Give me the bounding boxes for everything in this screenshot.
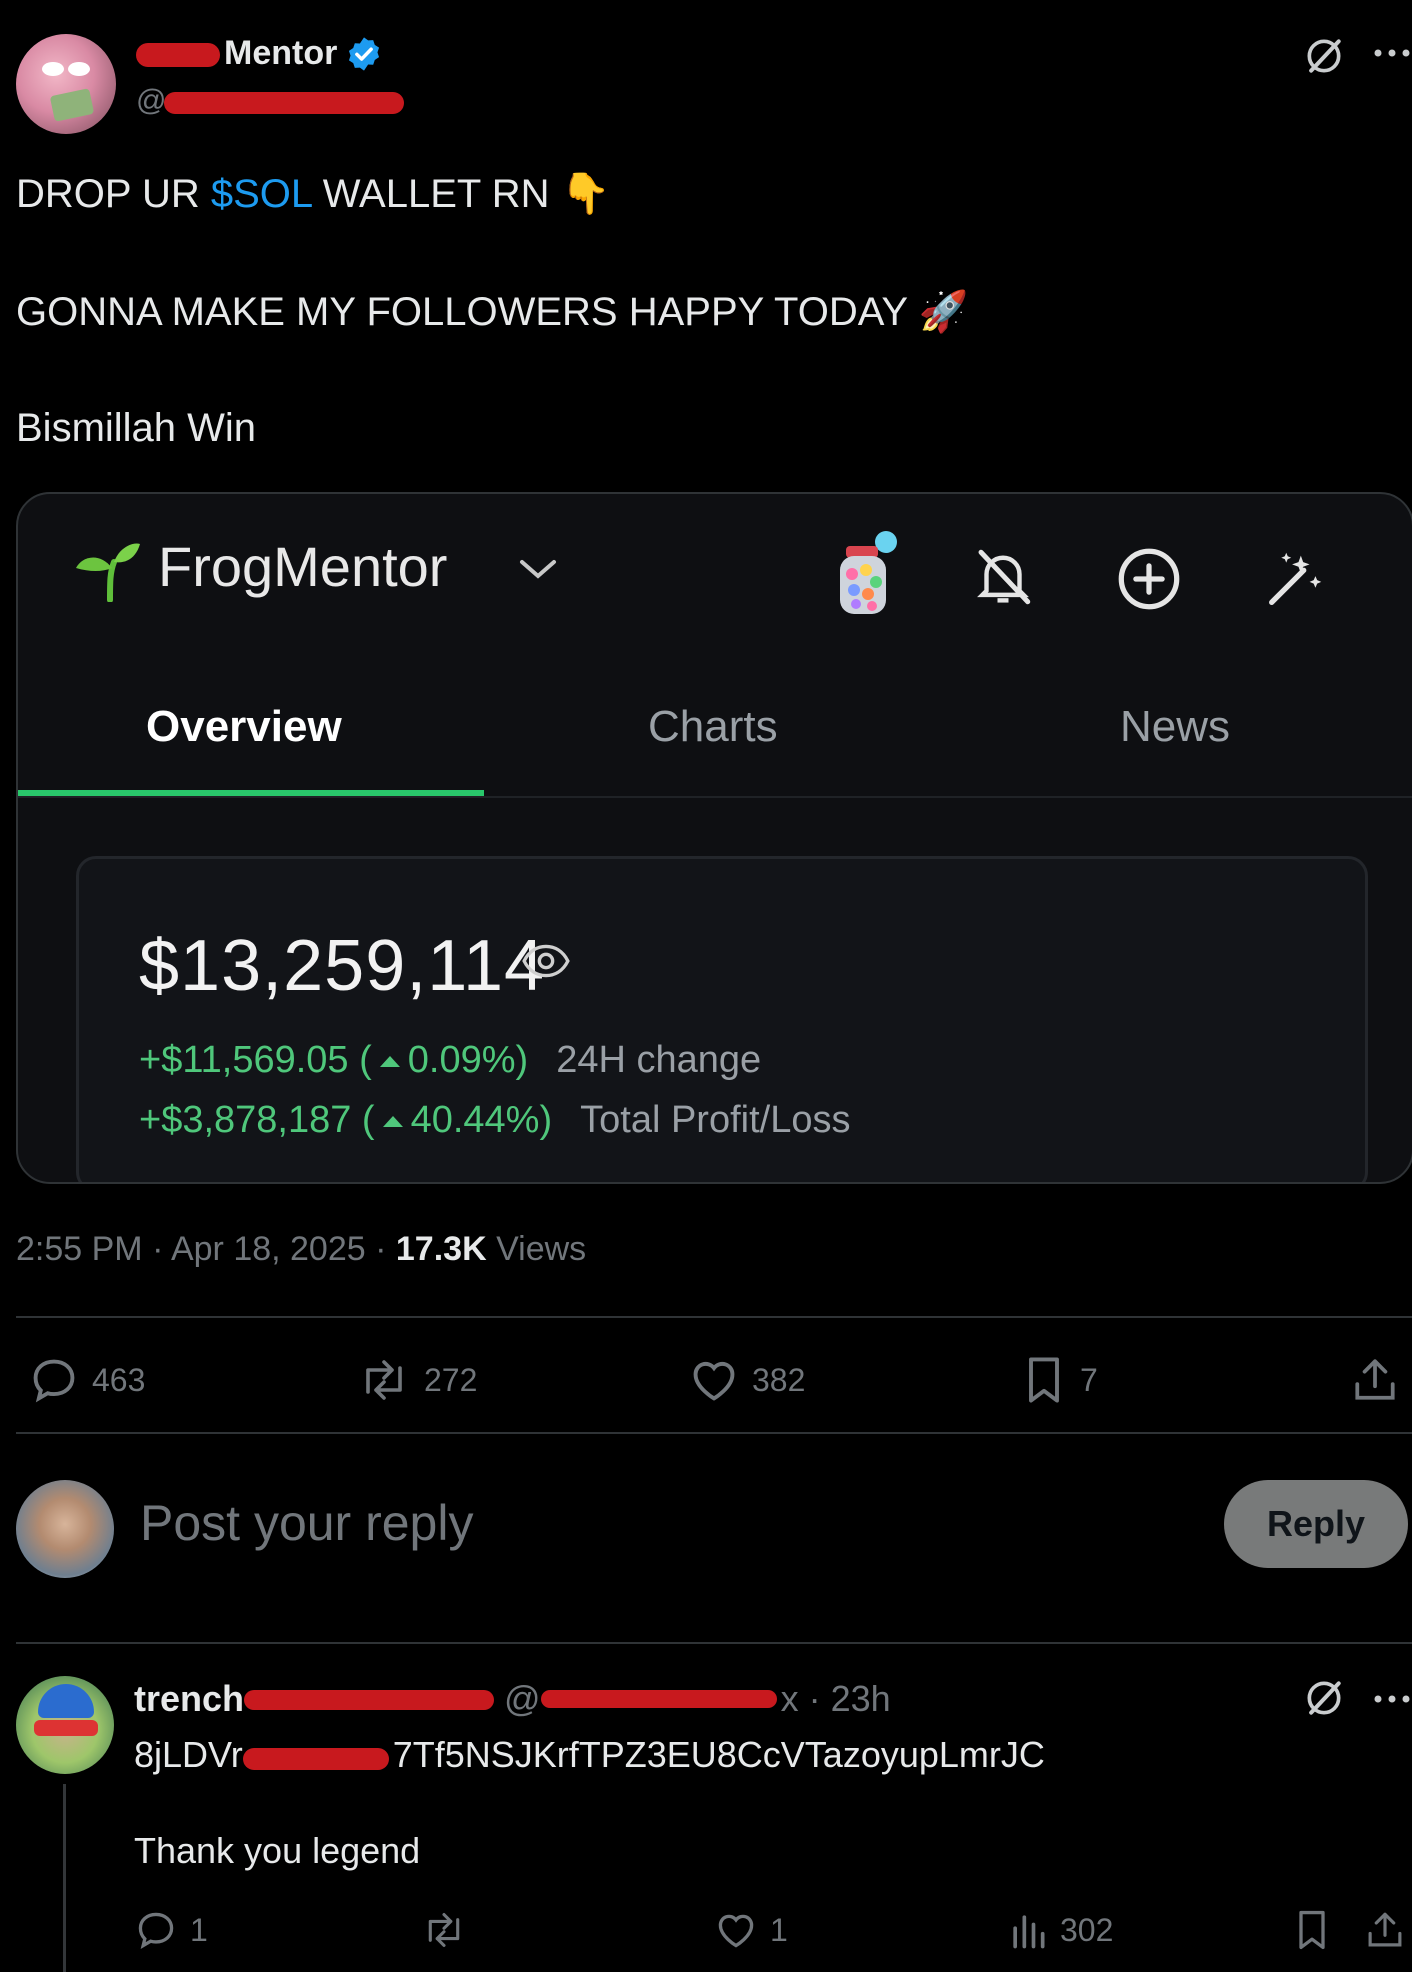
chevron-down-icon[interactable] (518, 556, 558, 582)
comment-header: trench @ x · 23h (134, 1678, 891, 1720)
more-options-icon[interactable] (1372, 1692, 1412, 1706)
tab-charts[interactable]: Charts (648, 702, 778, 752)
total-pl-row: +$3,878,187 ( 40.44%) Total Profit/Loss (139, 1099, 851, 1141)
bookmark-button[interactable]: 7 (1020, 1354, 1098, 1406)
balance-panel: $13,259,114 +$11,569.05 ( 0.09%) 24H cha… (76, 856, 1368, 1182)
analytics-icon (1013, 1915, 1045, 1949)
comment-repost-button[interactable] (420, 1908, 468, 1952)
author-handle: @ (136, 84, 404, 118)
wallet-name-selector[interactable]: FrogMentor (158, 534, 447, 599)
cashtag-link[interactable]: $SOL (211, 172, 312, 216)
author-name[interactable]: Mentor (136, 34, 383, 73)
notifications-off-icon[interactable] (968, 544, 1038, 610)
repost-icon (428, 1913, 460, 1947)
reply-icon (138, 1912, 174, 1949)
comment-text: Thank you legend (134, 1830, 421, 1871)
add-circle-icon[interactable] (1114, 544, 1184, 614)
heart-icon (718, 1914, 754, 1948)
share-icon (1368, 1912, 1402, 1947)
comment-reply-button[interactable]: 1 (134, 1908, 208, 1952)
share-button[interactable] (1350, 1354, 1400, 1406)
comment-bookmark-button[interactable] (1292, 1908, 1332, 1952)
repost-icon (366, 1360, 402, 1400)
sprout-icon (76, 543, 140, 602)
comment-views-button[interactable]: 302 (1008, 1908, 1113, 1952)
bookmark-icon (1299, 1910, 1325, 1950)
post-text-line-2: GONNA MAKE MY FOLLOWERS HAPPY TODAY 🚀 (16, 290, 969, 334)
magic-wand-icon[interactable] (1260, 544, 1330, 614)
reply-icon (33, 1359, 75, 1403)
share-icon (1355, 1359, 1395, 1400)
grok-icon[interactable] (1302, 1676, 1346, 1720)
total-balance: $13,259,114 (139, 926, 546, 1006)
attached-image[interactable]: FrogMentor Overview Charts News $13,259,… (16, 492, 1412, 1184)
verified-badge-icon (349, 36, 380, 71)
views-count: 17.3K (395, 1230, 487, 1268)
reply-input[interactable]: Post your reply (140, 1494, 473, 1552)
comment-address: 8jLDVr 7Tf5NSJKrfTPZ3EU8CcVTazoyupLmrJC (134, 1734, 1045, 1775)
bookmark-icon (1029, 1357, 1059, 1403)
like-button[interactable]: 382 (688, 1354, 805, 1406)
tab-overview[interactable]: Overview (146, 702, 342, 752)
divider (16, 1432, 1412, 1434)
caret-up-icon (379, 1055, 400, 1067)
eye-icon[interactable] (521, 941, 571, 981)
change-24h-row: +$11,569.05 ( 0.09%) 24H change (139, 1039, 762, 1081)
more-options-icon[interactable] (1372, 46, 1412, 60)
heart-icon (693, 1361, 735, 1401)
tab-news[interactable]: News (1120, 702, 1230, 752)
post-meta: 2:55 PM · Apr 18, 2025 · 17.3K Views (16, 1230, 587, 1268)
grok-icon[interactable] (1302, 34, 1346, 78)
post-text-line-3: Bismillah Win (16, 406, 257, 450)
commenter-avatar[interactable] (16, 1676, 114, 1774)
commenter-name[interactable]: trench (134, 1678, 244, 1720)
comment-timestamp[interactable]: x · 23h (781, 1678, 891, 1720)
author-avatar[interactable] (16, 34, 116, 134)
candy-jar-icon[interactable] (832, 530, 902, 618)
repost-button[interactable]: 272 (356, 1354, 477, 1406)
comment-share-button[interactable] (1364, 1908, 1406, 1952)
caret-up-icon (382, 1115, 403, 1127)
divider (16, 1316, 1412, 1318)
current-user-avatar[interactable] (16, 1480, 114, 1578)
reply-submit-button[interactable]: Reply (1224, 1480, 1408, 1568)
thread-line (63, 1784, 66, 1972)
comment-like-button[interactable]: 1 (714, 1908, 788, 1952)
post-timestamp[interactable]: 2:55 PM · Apr 18, 2025 · (16, 1230, 396, 1268)
divider (16, 1642, 1412, 1644)
reply-button[interactable]: 463 (28, 1354, 145, 1406)
tab-divider (18, 796, 1412, 798)
commenter-handle[interactable]: @ (504, 1678, 541, 1720)
post-text-line-1: DROP UR $SOL WALLET RN 👇 (16, 172, 611, 216)
